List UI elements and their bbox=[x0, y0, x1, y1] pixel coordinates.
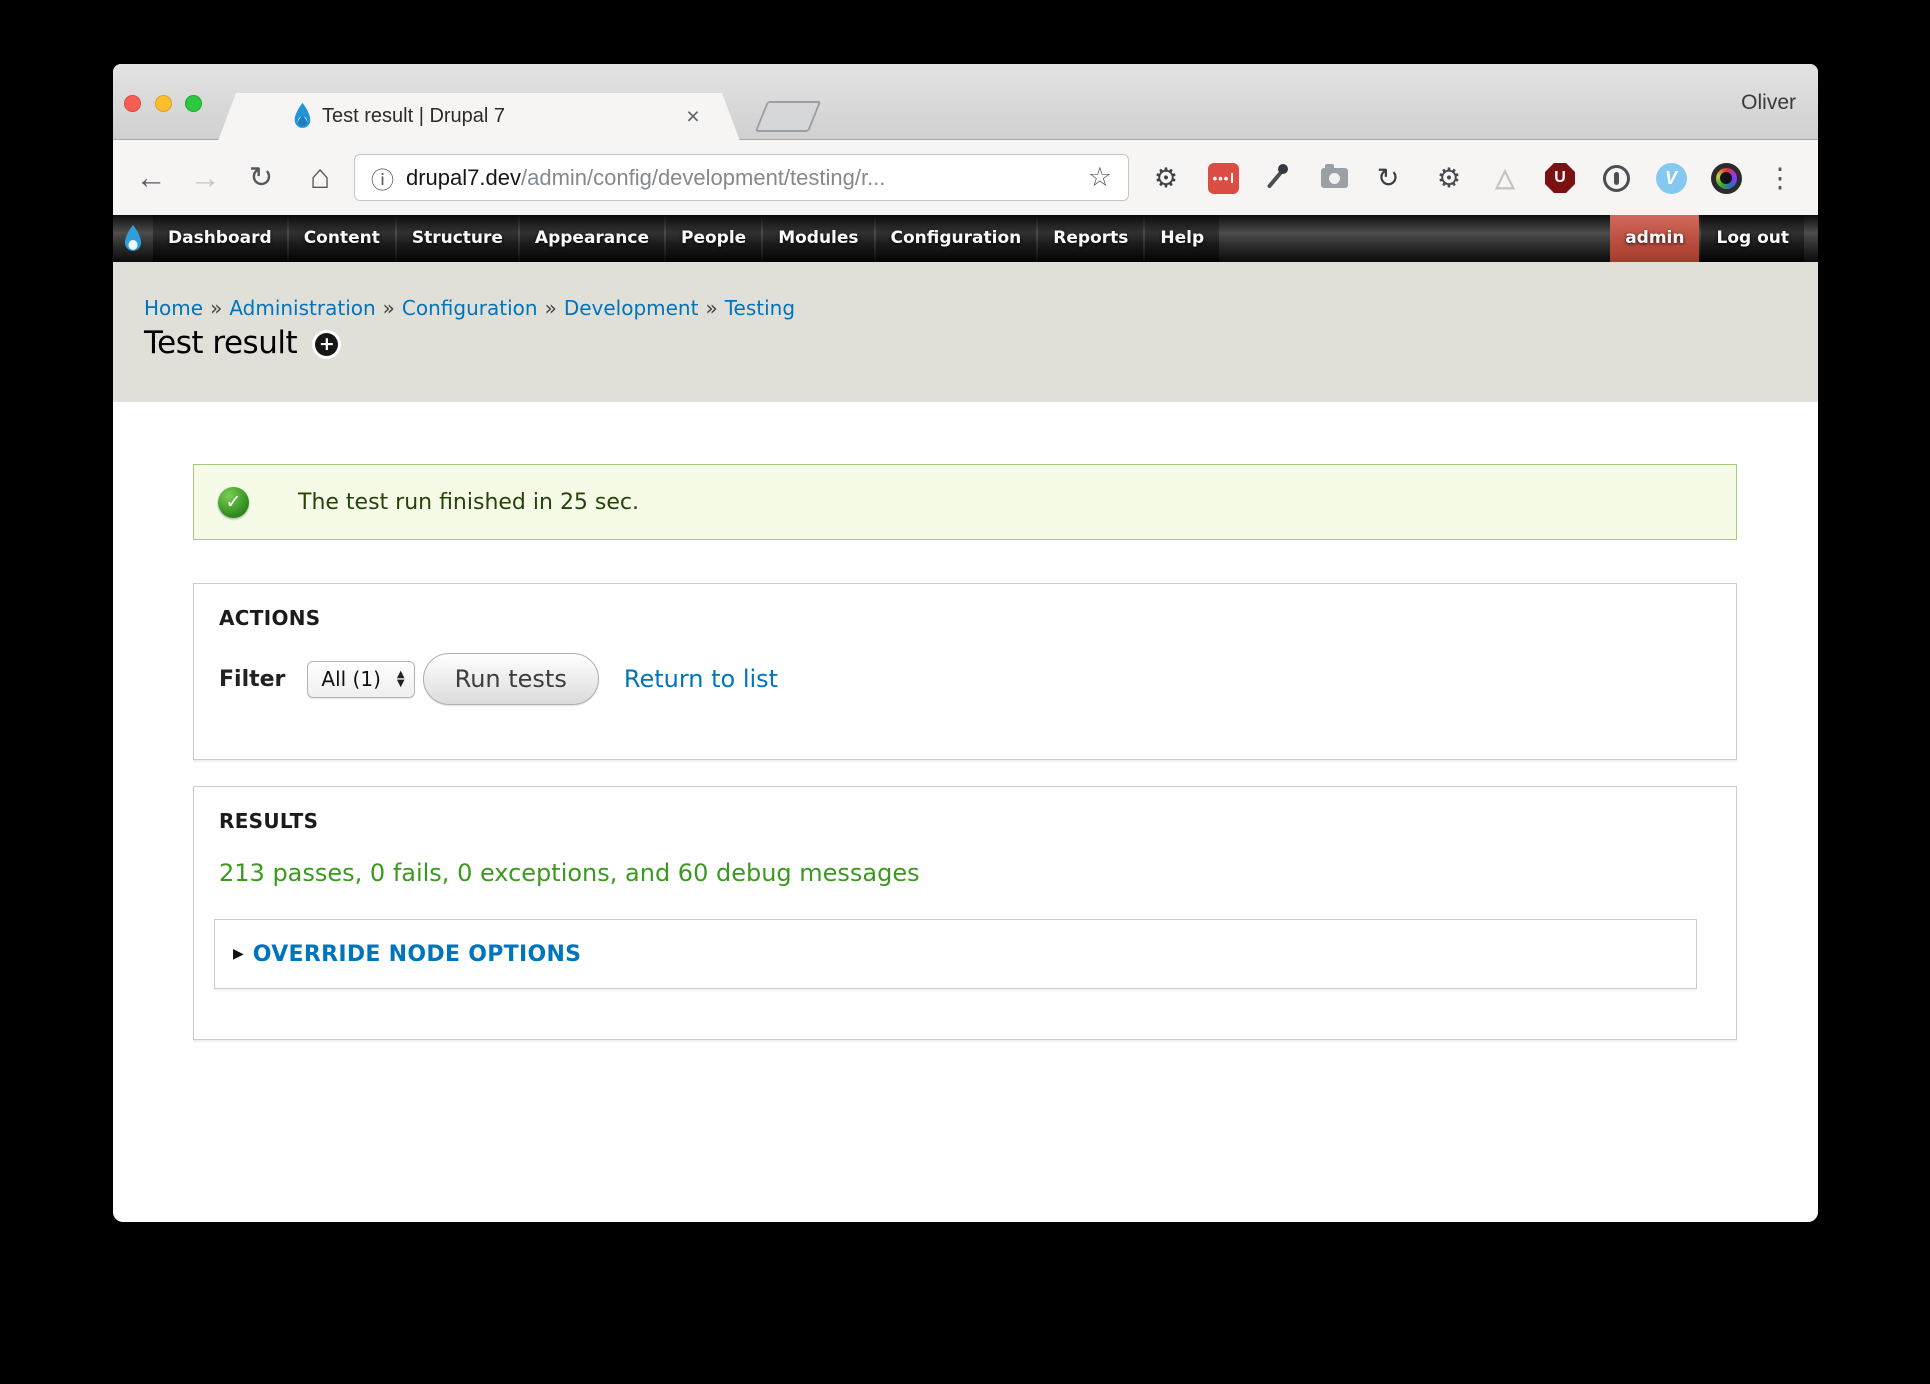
filter-select-value: All (1) bbox=[321, 667, 380, 691]
breadcrumb-development[interactable]: Development bbox=[564, 296, 699, 320]
collapse-arrow-icon: ▶ bbox=[233, 946, 244, 962]
new-tab-button[interactable] bbox=[755, 101, 822, 132]
results-summary: 213 passes, 0 fails, 0 exceptions, and 6… bbox=[219, 859, 920, 887]
forward-icon: → bbox=[184, 140, 226, 215]
results-legend: RESULTS bbox=[219, 809, 318, 833]
filter-label: Filter bbox=[219, 667, 285, 692]
vanilla-extension-icon[interactable]: V bbox=[1654, 161, 1688, 195]
drupal-favicon-icon bbox=[292, 103, 313, 135]
breadcrumb-configuration[interactable]: Configuration bbox=[402, 296, 538, 320]
breadcrumb-testing[interactable]: Testing bbox=[725, 296, 795, 320]
toolbar-item-help[interactable]: Help bbox=[1145, 215, 1219, 262]
camera-extension-icon[interactable] bbox=[1317, 161, 1351, 195]
camera-lens-extension-icon[interactable] bbox=[1709, 161, 1743, 195]
reload-icon[interactable]: ↻ bbox=[240, 140, 282, 215]
toolbar-logout[interactable]: Log out bbox=[1701, 215, 1804, 262]
tab-title: Test result | Drupal 7 bbox=[322, 93, 505, 140]
browser-profile-name[interactable]: Oliver bbox=[1741, 91, 1796, 115]
toolbar-item-people[interactable]: People bbox=[666, 215, 761, 262]
bookmark-star-icon[interactable]: ☆ bbox=[1088, 162, 1112, 193]
browser-menu-icon[interactable]: ⋮ bbox=[1763, 161, 1797, 195]
status-message-text: The test run finished in 25 sec. bbox=[298, 490, 639, 515]
page-title: Test result+ bbox=[144, 325, 338, 361]
breadcrumb-separator: » bbox=[545, 296, 557, 320]
status-ok-icon: ✓ bbox=[218, 487, 249, 518]
url-path: /admin/config/development/testing/r... bbox=[521, 165, 1080, 191]
toolbar-item-content[interactable]: Content bbox=[289, 215, 395, 262]
lastpass-extension-icon[interactable]: ••• bbox=[1206, 161, 1240, 195]
filter-row: Filter All (1) ▲▼ Run tests Return to li… bbox=[219, 653, 778, 705]
run-tests-button[interactable]: Run tests bbox=[423, 653, 599, 705]
breadcrumb-separator: » bbox=[210, 296, 222, 320]
page-header: Home»Administration»Configuration»Develo… bbox=[113, 262, 1818, 402]
breadcrumb: Home»Administration»Configuration»Develo… bbox=[144, 296, 795, 320]
toolbar-item-structure[interactable]: Structure bbox=[397, 215, 518, 262]
status-message: ✓ The test run finished in 25 sec. bbox=[193, 464, 1737, 540]
browser-tab[interactable]: Test result | Drupal 7 × bbox=[218, 93, 740, 141]
select-arrows-icon: ▲▼ bbox=[397, 670, 405, 688]
override-node-options-fieldset[interactable]: ▶ OVERRIDE NODE OPTIONS bbox=[214, 919, 1697, 989]
home-icon[interactable]: ⌂ bbox=[299, 140, 341, 215]
actions-legend: ACTIONS bbox=[219, 606, 321, 630]
zoom-window-button[interactable] bbox=[185, 95, 202, 112]
ublock-origin-extension-icon[interactable]: U bbox=[1543, 161, 1577, 195]
browser-navbar: ← → ↻ ⌂ ⓘ drupal7.dev /admin/config/deve… bbox=[113, 140, 1818, 215]
tab-close-icon[interactable]: × bbox=[680, 93, 706, 139]
drupal-admin-toolbar: Dashboard Content Structure Appearance P… bbox=[113, 215, 1818, 262]
override-node-options-link[interactable]: OVERRIDE NODE OPTIONS bbox=[253, 942, 582, 967]
filter-select[interactable]: All (1) ▲▼ bbox=[307, 661, 414, 698]
breadcrumb-home[interactable]: Home bbox=[144, 296, 203, 320]
return-to-list-link[interactable]: Return to list bbox=[624, 665, 778, 693]
toolbar-item-dashboard[interactable]: Dashboard bbox=[153, 215, 287, 262]
browser-window: Test result | Drupal 7 × Oliver ← → ↻ ⌂ … bbox=[113, 64, 1818, 1222]
settings-gear-extension-icon[interactable]: ⚙ bbox=[1149, 161, 1183, 195]
toolbar-item-appearance[interactable]: Appearance bbox=[520, 215, 664, 262]
breadcrumb-separator: » bbox=[705, 296, 717, 320]
drupal-logo-icon[interactable] bbox=[113, 215, 153, 262]
tab-refresh-extension-icon[interactable]: ↻ bbox=[1371, 161, 1405, 195]
actions-fieldset: ACTIONS Filter All (1) ▲▼ Run tests Retu… bbox=[193, 583, 1737, 760]
address-bar[interactable]: ⓘ drupal7.dev /admin/config/development/… bbox=[354, 154, 1129, 201]
google-drive-extension-icon[interactable]: △ bbox=[1488, 161, 1522, 195]
password-manager-extension-icon[interactable] bbox=[1599, 161, 1633, 195]
page-info-icon[interactable]: ⓘ bbox=[371, 161, 394, 195]
url-domain: drupal7.dev bbox=[406, 165, 521, 191]
results-fieldset: RESULTS 213 passes, 0 fails, 0 exception… bbox=[193, 786, 1737, 1040]
breadcrumb-administration[interactable]: Administration bbox=[229, 296, 375, 320]
toolbar-item-modules[interactable]: Modules bbox=[763, 215, 873, 262]
breadcrumb-separator: » bbox=[383, 296, 395, 320]
back-icon[interactable]: ← bbox=[130, 140, 172, 215]
toolbar-item-reports[interactable]: Reports bbox=[1038, 215, 1143, 262]
minimize-window-button[interactable] bbox=[155, 95, 172, 112]
tab-strip: Test result | Drupal 7 × Oliver bbox=[113, 64, 1818, 140]
eyedropper-extension-icon[interactable] bbox=[1258, 161, 1292, 195]
close-window-button[interactable] bbox=[124, 95, 141, 112]
toolbar-user-admin[interactable]: admin bbox=[1610, 215, 1699, 262]
toolbar-item-configuration[interactable]: Configuration bbox=[876, 215, 1037, 262]
dev-gear-extension-icon[interactable]: ⚙ bbox=[1432, 161, 1466, 195]
add-shortcut-icon[interactable]: + bbox=[315, 333, 338, 356]
